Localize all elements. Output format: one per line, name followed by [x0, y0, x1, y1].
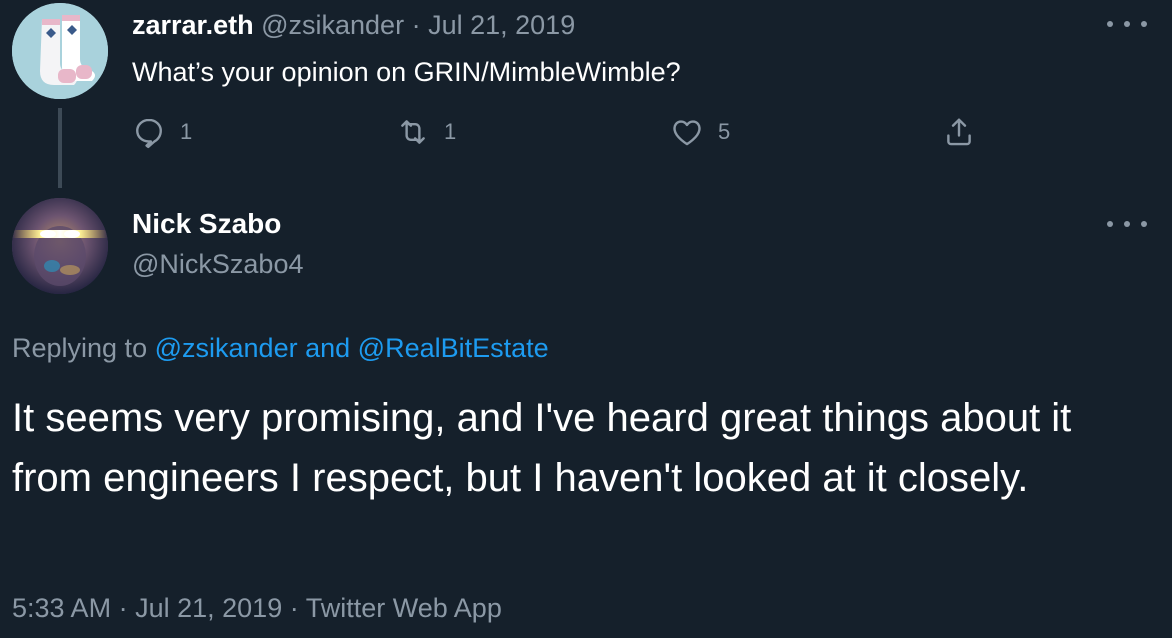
share-button[interactable] [942, 115, 976, 149]
tweet-text: It seems very promising, and I've heard … [12, 396, 1072, 500]
parent-tweet-text: What’s your opinion on GRIN/MimbleWimble… [132, 57, 681, 87]
tweet-source[interactable]: Twitter Web App [306, 593, 502, 623]
author-handle[interactable]: @NickSzabo4 [132, 246, 303, 282]
replying-and[interactable]: and [305, 333, 350, 363]
retweet-count: 1 [444, 119, 457, 144]
parent-tweet-header: zarrar.eth @zsikander · Jul 21, 2019 [132, 8, 575, 42]
like-icon [673, 120, 701, 146]
tweet-metadata: 5:33 AM · Jul 21, 2019 · Twitter Web App [12, 590, 502, 626]
replying-user-zsikander[interactable]: @zsikander [155, 333, 298, 363]
tweet-separator-2: · [289, 593, 299, 623]
tweet-separator-1: · [118, 593, 128, 623]
parent-display-name[interactable]: zarrar.eth [132, 10, 254, 40]
retweet-icon [401, 120, 425, 144]
replying-user-realbitestate[interactable]: @RealBitEstate [358, 333, 549, 363]
parent-separator: · [411, 10, 421, 40]
reply-count: 1 [180, 119, 193, 144]
avatar-zarrar[interactable] [12, 3, 108, 99]
reply-button[interactable]: 1 [132, 115, 192, 149]
portrait-avatar-image [12, 198, 108, 294]
socks-avatar-image [12, 3, 108, 99]
avatar-nick-szabo[interactable] [12, 198, 108, 294]
retweet-button[interactable]: 1 [396, 115, 456, 149]
like-count: 5 [718, 119, 731, 144]
thread-connector-line [58, 108, 62, 188]
share-icon [947, 118, 971, 146]
tweet-more-icon[interactable] [1107, 214, 1147, 234]
replying-prefix: Replying to [12, 333, 148, 363]
parent-more-icon[interactable] [1107, 14, 1147, 34]
like-button[interactable]: 5 [670, 115, 730, 149]
replying-to: Replying to @zsikander and @RealBitEstat… [12, 330, 549, 366]
reply-icon [136, 118, 162, 149]
tweet-date[interactable]: Jul 21, 2019 [135, 593, 282, 623]
parent-handle[interactable]: @zsikander [261, 10, 404, 40]
tweet-time[interactable]: 5:33 AM [12, 593, 111, 623]
author-display-name[interactable]: Nick Szabo [132, 206, 281, 242]
parent-date[interactable]: Jul 21, 2019 [428, 10, 575, 40]
